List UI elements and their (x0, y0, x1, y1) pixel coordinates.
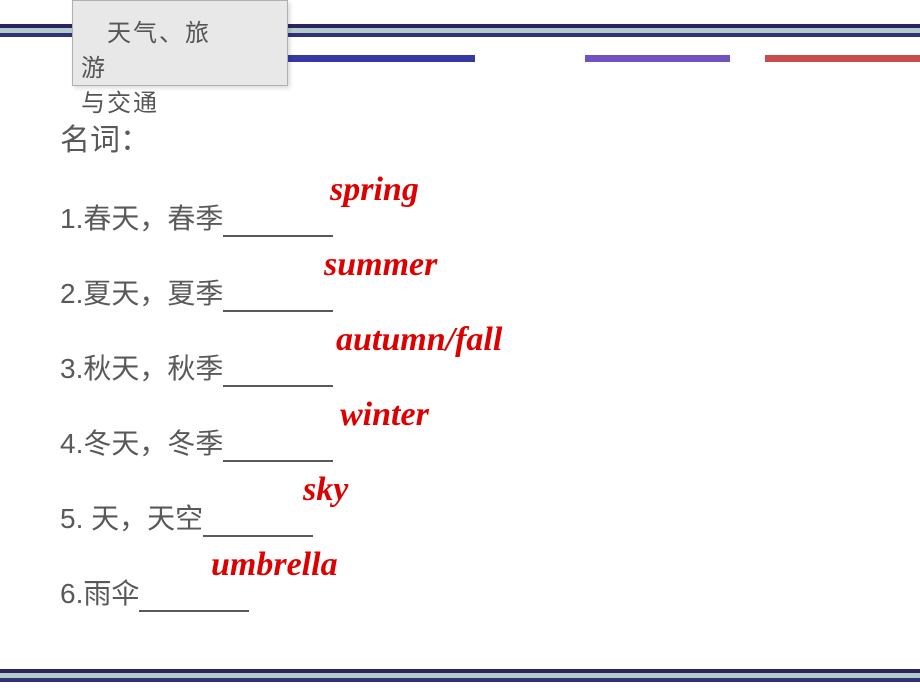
vocab-answer: autumn/fall (336, 321, 502, 359)
vocab-item: 5. 天，天空 sky (60, 479, 860, 554)
vocab-answer: winter (340, 396, 429, 434)
vocab-item: 6.雨伞 umbrella (60, 554, 860, 629)
section-heading: 名词： (60, 115, 860, 159)
vocab-item: 3.秋天，秋季 autumn/fall (60, 329, 860, 404)
vocab-label: 5. 天，天空 (60, 497, 313, 537)
bottom-decorative-stripes (0, 669, 920, 683)
vocab-label: 3.秋天，秋季 (60, 347, 333, 387)
vocab-answer: umbrella (211, 546, 338, 584)
accent-stripe-blue (280, 55, 475, 62)
vocab-label: 1.春天，春季 (60, 197, 333, 237)
vocab-answer: spring (330, 171, 419, 209)
vocab-item: 1.春天，春季 spring (60, 179, 860, 254)
vocab-answer: summer (324, 246, 437, 284)
topic-title-line1: 天气、旅 游 (81, 13, 279, 83)
vocab-label: 2.夏天，夏季 (60, 272, 333, 312)
content-area: 名词： 1.春天，春季 spring 2.夏天，夏季 summer 3.秋天，秋… (60, 115, 860, 629)
topic-title-box: 天气、旅 游 与交通 (72, 0, 288, 86)
vocab-label: 4.冬天，冬季 (60, 422, 333, 462)
topic-title-line2: 与交通 (81, 83, 279, 118)
accent-stripe-purple (585, 55, 730, 62)
vocab-item: 4.冬天，冬季 winter (60, 404, 860, 479)
vocab-item: 2.夏天，夏季 summer (60, 254, 860, 329)
accent-stripe-red (765, 55, 920, 62)
vocab-answer: sky (303, 471, 348, 509)
